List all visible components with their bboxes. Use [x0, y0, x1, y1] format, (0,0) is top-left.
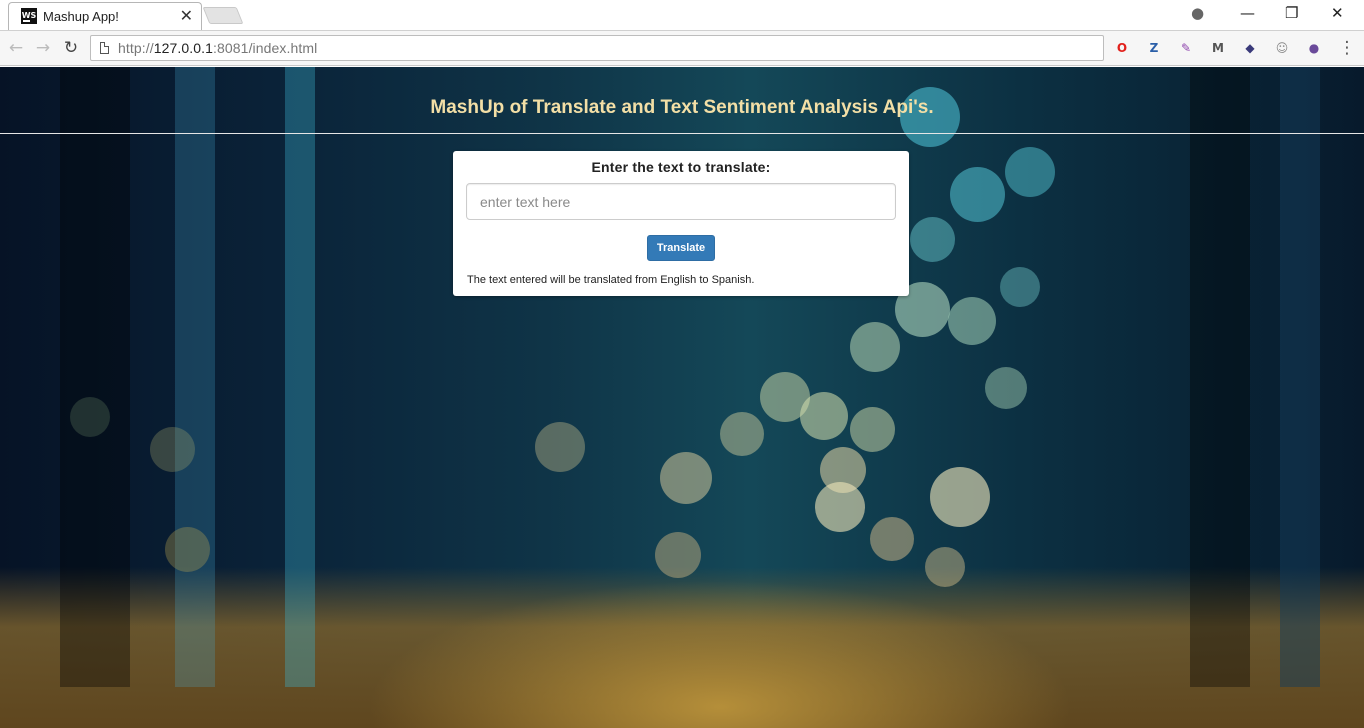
background-tree-shadow: [1190, 67, 1250, 687]
bokeh-light: [985, 367, 1027, 409]
background-light-streak: [175, 67, 215, 687]
minimize-icon[interactable]: —: [1240, 4, 1255, 22]
bokeh-light: [535, 422, 585, 472]
bokeh-light: [850, 407, 895, 452]
tab-title: Mashup App!: [43, 9, 119, 24]
translate-form-card: Enter the text to translate: Translate T…: [453, 151, 909, 296]
bokeh-light: [948, 297, 996, 345]
browser-menu-icon[interactable]: ⋮: [1336, 37, 1358, 59]
bokeh-light: [165, 527, 210, 572]
background-light-streak: [285, 67, 315, 687]
background-tree-shadow: [60, 67, 130, 687]
bokeh-light: [800, 392, 848, 440]
bokeh-light: [1000, 267, 1040, 307]
browser-tab-active[interactable]: WS Mashup App! ✕: [8, 2, 202, 30]
bokeh-light: [150, 427, 195, 472]
browser-tab-strip: WS Mashup App! ✕ ● — ❐ ✕: [0, 0, 1364, 30]
forward-icon[interactable]: →: [32, 37, 54, 59]
address-bar[interactable]: http://127.0.0.1:8081/index.html: [90, 35, 1104, 61]
browser-toolbar: ← → ↻ http://127.0.0.1:8081/index.html O…: [0, 30, 1364, 66]
restore-icon[interactable]: ❐: [1285, 4, 1298, 22]
bokeh-light: [910, 217, 955, 262]
bokeh-light: [720, 412, 764, 456]
url-text: http://127.0.0.1:8081/index.html: [118, 40, 318, 56]
bookmark-extension-icon[interactable]: ◆: [1241, 39, 1259, 57]
ghost-extension-icon[interactable]: ●: [1305, 39, 1323, 57]
page-background: MashUp of Translate and Text Sentiment A…: [0, 67, 1364, 728]
bokeh-light: [655, 532, 701, 578]
page-info-icon[interactable]: [100, 42, 109, 54]
webstorm-favicon-icon: WS: [21, 8, 37, 24]
translate-button[interactable]: Translate: [647, 235, 715, 261]
reload-icon[interactable]: ↻: [60, 37, 82, 59]
translation-hint-text: The text entered will be translated from…: [467, 274, 755, 286]
bokeh-light: [660, 452, 712, 504]
background-tree-shadow: [1280, 67, 1320, 687]
page-title: MashUp of Translate and Text Sentiment A…: [430, 97, 934, 118]
bokeh-light: [870, 517, 914, 561]
bokeh-light: [70, 397, 110, 437]
new-tab-button[interactable]: [202, 7, 244, 24]
back-icon[interactable]: ←: [5, 37, 27, 59]
bokeh-light: [925, 547, 965, 587]
window-close-icon[interactable]: ✕: [1331, 4, 1344, 22]
tab-close-icon[interactable]: ✕: [180, 7, 193, 25]
profile-icon[interactable]: ●: [1191, 4, 1204, 22]
translate-form-label: Enter the text to translate:: [591, 159, 771, 175]
bokeh-light: [815, 482, 865, 532]
opera-icon[interactable]: O: [1113, 39, 1131, 57]
bokeh-light: [850, 322, 900, 372]
bokeh-light: [950, 167, 1005, 222]
z-extension-icon[interactable]: Z: [1145, 39, 1163, 57]
bokeh-light: [1005, 147, 1055, 197]
translate-text-input[interactable]: [466, 183, 896, 220]
m-extension-icon[interactable]: M: [1209, 39, 1227, 57]
bokeh-light: [930, 467, 990, 527]
quill-icon[interactable]: ✎: [1177, 39, 1195, 57]
header-divider: [0, 133, 1364, 134]
emoji-extension-icon[interactable]: ☺: [1273, 39, 1291, 57]
